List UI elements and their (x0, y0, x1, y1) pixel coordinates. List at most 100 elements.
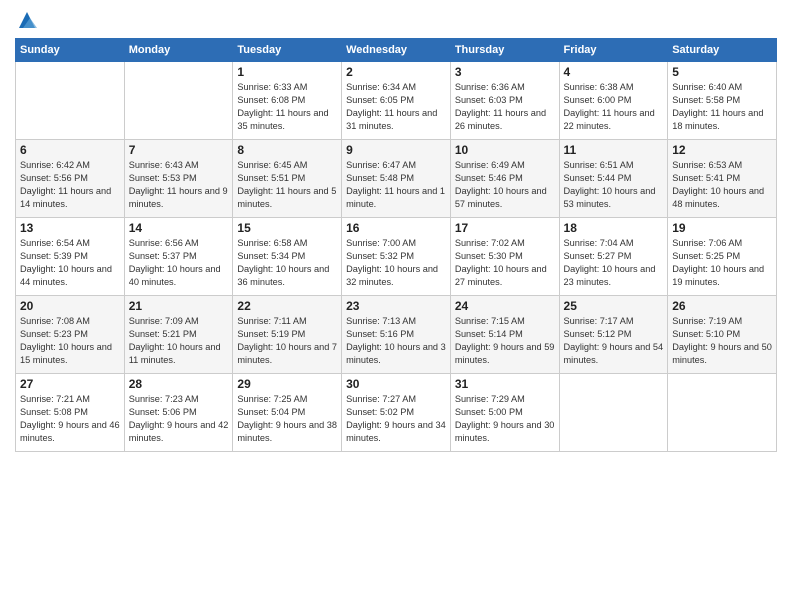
calendar-cell: 3 Sunrise: 6:36 AM Sunset: 6:03 PM Daylig… (450, 62, 559, 140)
day-info: Sunrise: 7:19 AM Sunset: 5:10 PM Dayligh… (672, 315, 772, 367)
calendar-cell: 2 Sunrise: 6:34 AM Sunset: 6:05 PM Daylig… (342, 62, 451, 140)
day-number: 12 (672, 143, 772, 157)
day-number: 27 (20, 377, 120, 391)
calendar-cell (559, 374, 668, 452)
day-number: 5 (672, 65, 772, 79)
calendar-cell: 18 Sunrise: 7:04 AM Sunset: 5:27 PM Dayli… (559, 218, 668, 296)
day-header-monday: Monday (124, 39, 233, 62)
day-number: 11 (564, 143, 664, 157)
day-info: Sunrise: 7:29 AM Sunset: 5:00 PM Dayligh… (455, 393, 555, 445)
page: SundayMondayTuesdayWednesdayThursdayFrid… (0, 0, 792, 612)
day-info: Sunrise: 6:49 AM Sunset: 5:46 PM Dayligh… (455, 159, 555, 211)
calendar-cell: 10 Sunrise: 6:49 AM Sunset: 5:46 PM Dayli… (450, 140, 559, 218)
day-number: 21 (129, 299, 229, 313)
day-info: Sunrise: 6:58 AM Sunset: 5:34 PM Dayligh… (237, 237, 337, 289)
day-info: Sunrise: 6:53 AM Sunset: 5:41 PM Dayligh… (672, 159, 772, 211)
day-number: 22 (237, 299, 337, 313)
calendar-cell: 24Sunrise: 7:15 AM Sunset: 5:14 PM Dayli… (450, 296, 559, 374)
calendar-cell: 28 Sunrise: 7:23 AM Sunset: 5:06 PM Dayli… (124, 374, 233, 452)
calendar-week-row: 20Sunrise: 7:08 AM Sunset: 5:23 PM Dayli… (16, 296, 777, 374)
day-info: Sunrise: 7:04 AM Sunset: 5:27 PM Dayligh… (564, 237, 664, 289)
day-info: Sunrise: 6:51 AM Sunset: 5:44 PM Dayligh… (564, 159, 664, 211)
calendar-cell: 19 Sunrise: 7:06 AM Sunset: 5:25 PM Dayli… (668, 218, 777, 296)
day-number: 28 (129, 377, 229, 391)
calendar-cell: 11 Sunrise: 6:51 AM Sunset: 5:44 PM Dayli… (559, 140, 668, 218)
calendar-cell: 22 Sunrise: 7:11 AM Sunset: 5:19 PM Dayli… (233, 296, 342, 374)
calendar-cell: 20Sunrise: 7:08 AM Sunset: 5:23 PM Dayli… (16, 296, 125, 374)
calendar-week-row: 6Sunrise: 6:42 AM Sunset: 5:56 PM Daylig… (16, 140, 777, 218)
day-info: Sunrise: 7:00 AM Sunset: 5:32 PM Dayligh… (346, 237, 446, 289)
calendar-cell: 31 Sunrise: 7:29 AM Sunset: 5:00 PM Dayli… (450, 374, 559, 452)
day-number: 1 (237, 65, 337, 79)
calendar-cell: 1 Sunrise: 6:33 AM Sunset: 6:08 PM Daylig… (233, 62, 342, 140)
calendar-cell (124, 62, 233, 140)
calendar-cell: 6Sunrise: 6:42 AM Sunset: 5:56 PM Daylig… (16, 140, 125, 218)
calendar-cell: 17 Sunrise: 7:02 AM Sunset: 5:30 PM Dayli… (450, 218, 559, 296)
day-info: Sunrise: 6:38 AM Sunset: 6:00 PM Dayligh… (564, 81, 664, 133)
day-info: Sunrise: 7:25 AM Sunset: 5:04 PM Dayligh… (237, 393, 337, 445)
day-number: 25 (564, 299, 664, 313)
day-info: Sunrise: 7:21 AM Sunset: 5:08 PM Dayligh… (20, 393, 120, 445)
day-number: 19 (672, 221, 772, 235)
day-number: 9 (346, 143, 446, 157)
calendar-cell: 4Sunrise: 6:38 AM Sunset: 6:00 PM Daylig… (559, 62, 668, 140)
calendar-week-row: 27 Sunrise: 7:21 AM Sunset: 5:08 PM Dayli… (16, 374, 777, 452)
calendar-cell (668, 374, 777, 452)
day-info: Sunrise: 6:54 AM Sunset: 5:39 PM Dayligh… (20, 237, 120, 289)
day-info: Sunrise: 6:56 AM Sunset: 5:37 PM Dayligh… (129, 237, 229, 289)
calendar-cell: 5Sunrise: 6:40 AM Sunset: 5:58 PM Daylig… (668, 62, 777, 140)
day-info: Sunrise: 7:11 AM Sunset: 5:19 PM Dayligh… (237, 315, 337, 367)
day-info: Sunrise: 7:23 AM Sunset: 5:06 PM Dayligh… (129, 393, 229, 445)
calendar-table: SundayMondayTuesdayWednesdayThursdayFrid… (15, 38, 777, 452)
day-info: Sunrise: 7:09 AM Sunset: 5:21 PM Dayligh… (129, 315, 229, 367)
calendar-cell: 8Sunrise: 6:45 AM Sunset: 5:51 PM Daylig… (233, 140, 342, 218)
calendar-cell: 21 Sunrise: 7:09 AM Sunset: 5:21 PM Dayli… (124, 296, 233, 374)
day-info: Sunrise: 7:06 AM Sunset: 5:25 PM Dayligh… (672, 237, 772, 289)
day-number: 23 (346, 299, 446, 313)
calendar-cell: 15Sunrise: 6:58 AM Sunset: 5:34 PM Dayli… (233, 218, 342, 296)
day-number: 30 (346, 377, 446, 391)
day-info: Sunrise: 7:27 AM Sunset: 5:02 PM Dayligh… (346, 393, 446, 445)
day-info: Sunrise: 6:36 AM Sunset: 6:03 PM Dayligh… (455, 81, 555, 133)
day-number: 6 (20, 143, 120, 157)
calendar-cell: 25 Sunrise: 7:17 AM Sunset: 5:12 PM Dayli… (559, 296, 668, 374)
calendar-cell: 9 Sunrise: 6:47 AM Sunset: 5:48 PM Daylig… (342, 140, 451, 218)
day-number: 13 (20, 221, 120, 235)
day-number: 16 (346, 221, 446, 235)
day-info: Sunrise: 7:15 AM Sunset: 5:14 PM Dayligh… (455, 315, 555, 367)
day-header-saturday: Saturday (668, 39, 777, 62)
calendar-cell: 7Sunrise: 6:43 AM Sunset: 5:53 PM Daylig… (124, 140, 233, 218)
day-number: 7 (129, 143, 229, 157)
day-number: 10 (455, 143, 555, 157)
calendar-cell: 14 Sunrise: 6:56 AM Sunset: 5:37 PM Dayli… (124, 218, 233, 296)
day-number: 29 (237, 377, 337, 391)
day-header-wednesday: Wednesday (342, 39, 451, 62)
day-info: Sunrise: 6:47 AM Sunset: 5:48 PM Dayligh… (346, 159, 446, 211)
day-header-tuesday: Tuesday (233, 39, 342, 62)
day-number: 2 (346, 65, 446, 79)
day-info: Sunrise: 6:34 AM Sunset: 6:05 PM Dayligh… (346, 81, 446, 133)
day-number: 17 (455, 221, 555, 235)
day-number: 31 (455, 377, 555, 391)
calendar-week-row: 1 Sunrise: 6:33 AM Sunset: 6:08 PM Daylig… (16, 62, 777, 140)
day-info: Sunrise: 7:08 AM Sunset: 5:23 PM Dayligh… (20, 315, 120, 367)
day-number: 26 (672, 299, 772, 313)
day-info: Sunrise: 7:13 AM Sunset: 5:16 PM Dayligh… (346, 315, 446, 367)
calendar-cell: 12 Sunrise: 6:53 AM Sunset: 5:41 PM Dayli… (668, 140, 777, 218)
day-number: 3 (455, 65, 555, 79)
calendar-header-row: SundayMondayTuesdayWednesdayThursdayFrid… (16, 39, 777, 62)
calendar-week-row: 13 Sunrise: 6:54 AM Sunset: 5:39 PM Dayli… (16, 218, 777, 296)
calendar-cell: 26 Sunrise: 7:19 AM Sunset: 5:10 PM Dayli… (668, 296, 777, 374)
calendar-cell: 30 Sunrise: 7:27 AM Sunset: 5:02 PM Dayli… (342, 374, 451, 452)
calendar-cell (16, 62, 125, 140)
calendar-cell: 13 Sunrise: 6:54 AM Sunset: 5:39 PM Dayli… (16, 218, 125, 296)
day-info: Sunrise: 7:02 AM Sunset: 5:30 PM Dayligh… (455, 237, 555, 289)
header (15, 10, 777, 30)
calendar-cell: 27 Sunrise: 7:21 AM Sunset: 5:08 PM Dayli… (16, 374, 125, 452)
day-number: 18 (564, 221, 664, 235)
calendar-cell: 16 Sunrise: 7:00 AM Sunset: 5:32 PM Dayli… (342, 218, 451, 296)
day-number: 14 (129, 221, 229, 235)
day-info: Sunrise: 6:33 AM Sunset: 6:08 PM Dayligh… (237, 81, 337, 133)
day-info: Sunrise: 7:17 AM Sunset: 5:12 PM Dayligh… (564, 315, 664, 367)
calendar-cell: 29 Sunrise: 7:25 AM Sunset: 5:04 PM Dayli… (233, 374, 342, 452)
